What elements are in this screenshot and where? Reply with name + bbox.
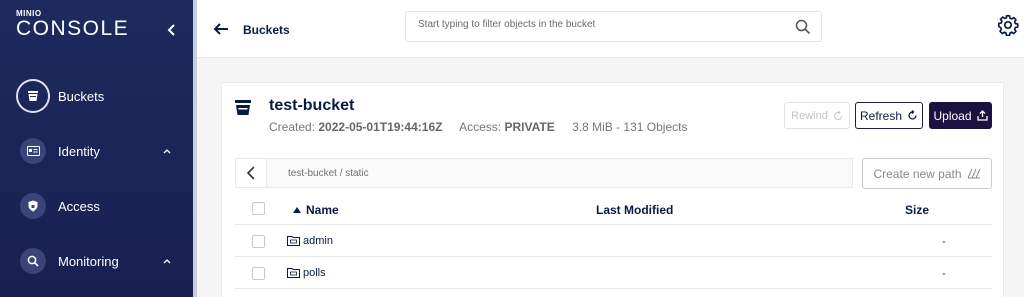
monitoring-search-icon — [20, 248, 46, 274]
sidebar-item-label: Buckets — [58, 88, 105, 104]
path-back-button[interactable] — [236, 159, 267, 187]
rewind-button[interactable]: Rewind — [784, 102, 850, 129]
refresh-label: Refresh — [859, 108, 903, 123]
access-label: Access: — [459, 120, 502, 134]
logo-product: CONSOLE — [16, 17, 130, 40]
sidebar-item-monitoring[interactable]: Monitoring — [0, 241, 193, 281]
rewind-icon — [833, 110, 842, 120]
bucket-icon — [235, 100, 251, 115]
created-label: Created: — [269, 120, 316, 134]
created-value: 2022-05-01T19:44:16Z — [318, 120, 443, 134]
create-new-path-label: Create new path — [873, 166, 962, 181]
bucket-meta: Created: 2022-05-01T19:44:16Z Access: PR… — [269, 120, 687, 134]
row-checkbox[interactable] — [252, 235, 265, 248]
chevron-left-icon — [246, 166, 255, 180]
access-value: PRIVATE — [504, 120, 555, 134]
table-row[interactable]: polls - — [235, 257, 992, 288]
bucket-name: test-bucket — [269, 97, 355, 114]
identity-card-icon — [20, 138, 46, 164]
chevron-up-icon[interactable] — [162, 147, 172, 155]
sidebar-item-label: Identity — [58, 143, 100, 159]
row-name: admin — [303, 235, 333, 247]
create-new-path-button[interactable]: Create new path — [862, 158, 992, 189]
refresh-button[interactable]: Refresh — [855, 102, 923, 129]
row-size: - — [942, 236, 946, 248]
bucket-stats: 3.8 MiB - 131 Objects — [572, 120, 688, 134]
lock-icon — [20, 193, 46, 219]
breadcrumb-buckets[interactable]: Buckets — [243, 23, 290, 37]
sidebar: MINIO CONSOLE Buckets Identity Access Mo… — [0, 0, 193, 297]
search-icon[interactable] — [795, 19, 811, 35]
path-breadcrumb-bar: test-bucket / static — [235, 158, 853, 188]
current-path: test-bucket / static — [288, 168, 369, 179]
upload-icon — [976, 110, 988, 121]
sidebar-item-label: Access — [58, 198, 100, 214]
upload-button[interactable]: Upload — [929, 102, 992, 129]
back-arrow-icon[interactable] — [213, 22, 229, 36]
row-name: polls — [303, 267, 326, 279]
row-size: - — [942, 268, 946, 280]
column-header-name[interactable]: Name — [293, 203, 339, 217]
sidebar-item-access[interactable]: Access — [0, 186, 193, 226]
row-checkbox[interactable] — [252, 267, 265, 280]
sidebar-item-identity[interactable]: Identity — [0, 131, 193, 171]
column-header-size[interactable]: Size — [905, 203, 929, 217]
collapse-sidebar-icon[interactable] — [164, 20, 180, 40]
folder-icon — [287, 236, 300, 246]
sidebar-item-label: Monitoring — [58, 253, 119, 269]
column-name-label: Name — [306, 203, 339, 217]
refresh-icon — [908, 110, 917, 120]
top-bar: Buckets — [197, 0, 1024, 58]
sidebar-item-buckets[interactable]: Buckets — [0, 76, 193, 116]
chevron-up-icon[interactable] — [162, 257, 172, 265]
row-divider — [235, 288, 992, 289]
table-row[interactable]: admin - — [235, 225, 992, 256]
folder-icon — [287, 268, 300, 278]
new-path-icon — [967, 168, 980, 179]
minio-console-logo[interactable]: MINIO CONSOLE — [16, 10, 129, 40]
object-filter-search — [405, 11, 822, 42]
select-all-checkbox[interactable] — [252, 202, 265, 215]
gear-icon[interactable] — [997, 14, 1019, 36]
bucket-icon — [16, 79, 50, 113]
upload-label: Upload — [933, 108, 972, 123]
column-header-last-modified[interactable]: Last Modified — [596, 203, 673, 217]
rewind-label: Rewind — [791, 109, 828, 122]
sort-ascending-icon — [293, 207, 301, 213]
bucket-card: test-bucket Created: 2022-05-01T19:44:16… — [221, 82, 1004, 297]
search-input[interactable] — [418, 19, 778, 30]
